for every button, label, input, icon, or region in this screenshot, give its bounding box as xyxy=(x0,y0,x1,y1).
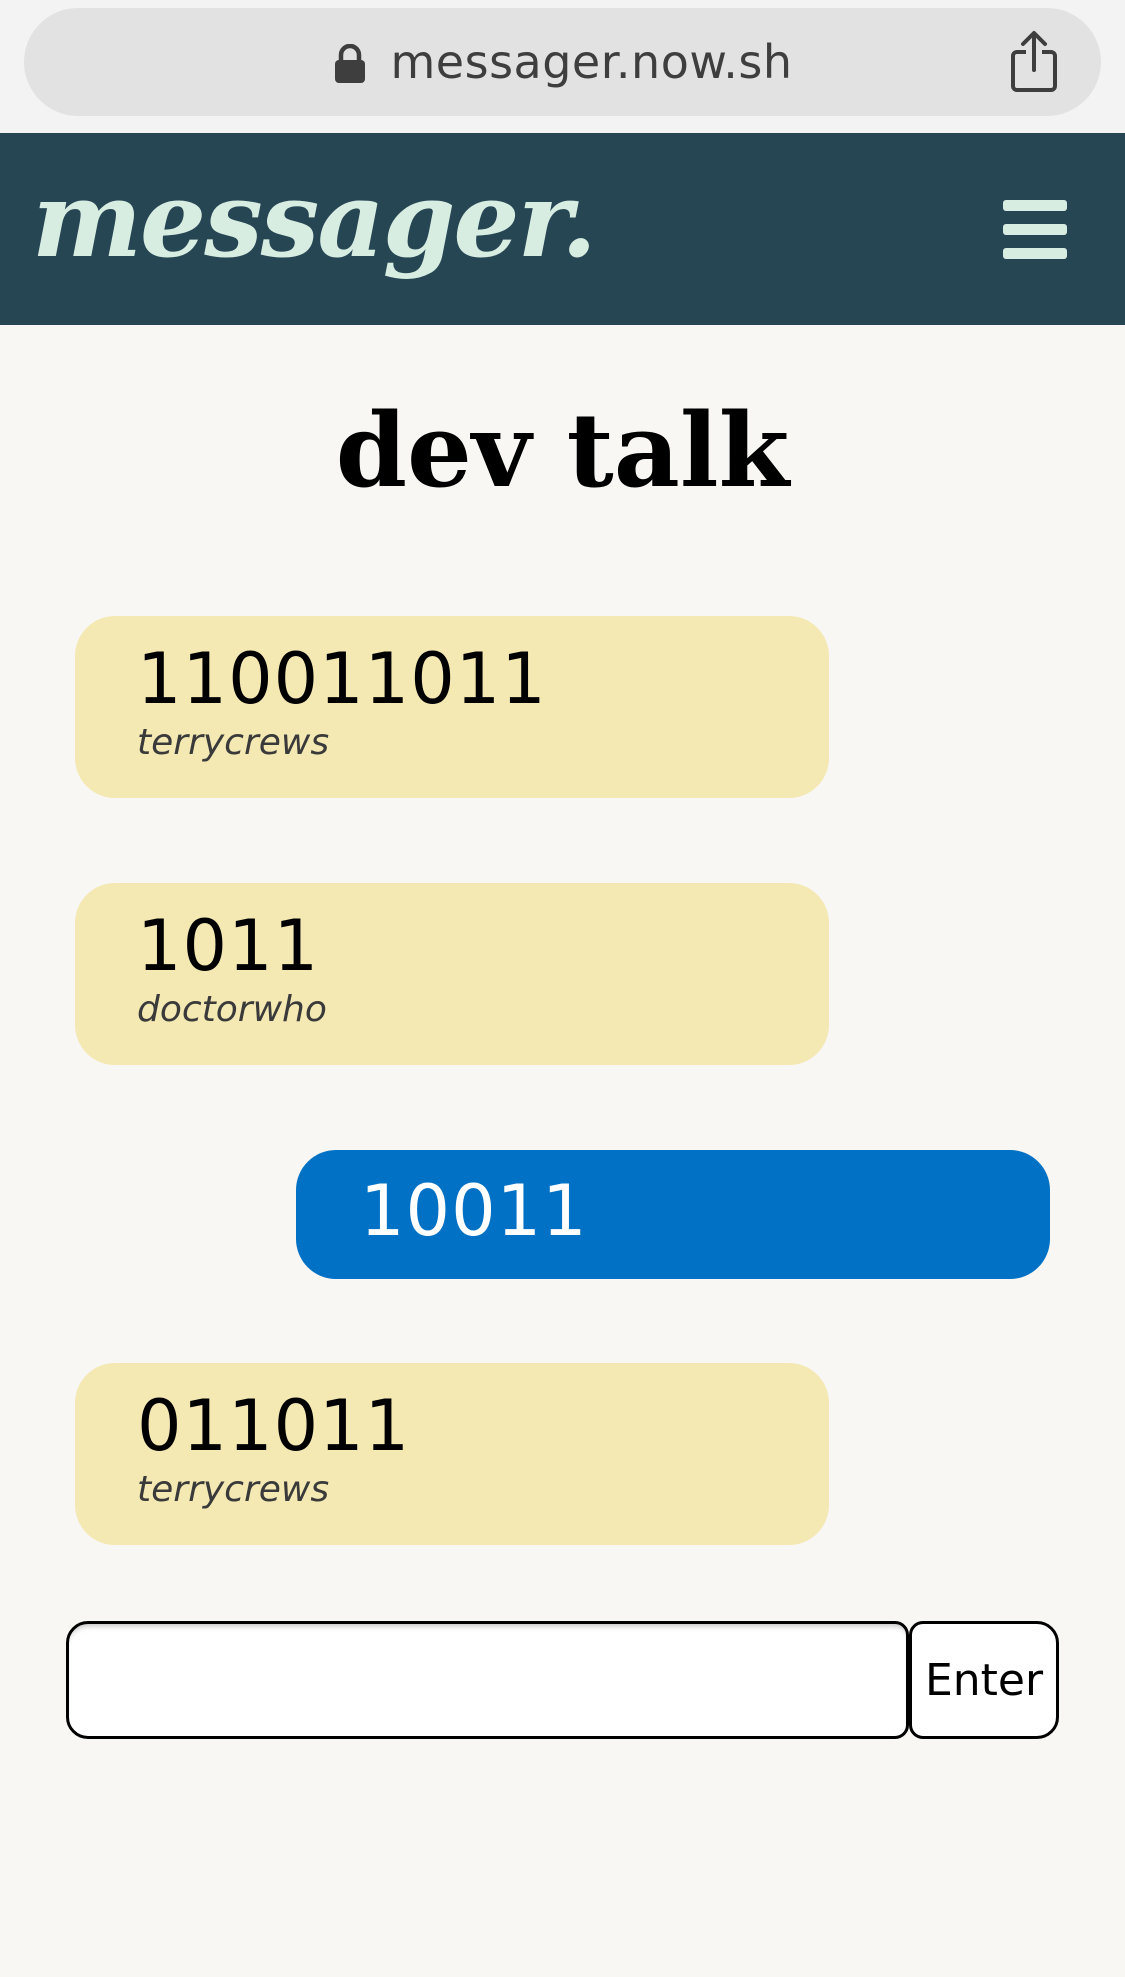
message-author: doctorwho xyxy=(137,989,327,1030)
message-bubble: 110011011 terrycrews xyxy=(75,616,829,798)
message-bubble: 011011 terrycrews xyxy=(75,1363,829,1545)
message-bubble: 1011 doctorwho xyxy=(75,883,829,1065)
message-text: 110011011 xyxy=(137,638,547,720)
message-text: 1011 xyxy=(137,905,320,987)
message-author: terrycrews xyxy=(137,1469,330,1510)
lock-icon xyxy=(334,44,365,83)
url-text: messager.now.sh xyxy=(390,35,793,89)
browser-toolbar: messager.now.sh xyxy=(0,0,1125,133)
enter-button[interactable]: Enter xyxy=(909,1621,1059,1739)
menu-bar-bottom xyxy=(1003,248,1067,259)
menu-bar-top xyxy=(1003,200,1067,211)
message-author: terrycrews xyxy=(137,722,330,763)
message-text: 011011 xyxy=(137,1385,411,1467)
app-logo[interactable]: messager. xyxy=(32,168,597,272)
hamburger-menu-icon[interactable] xyxy=(1003,200,1071,260)
message-input[interactable] xyxy=(66,1621,909,1739)
sent-message-bubble: 10011 xyxy=(296,1150,1050,1279)
address-bar[interactable]: messager.now.sh xyxy=(24,8,1101,116)
message-text: 10011 xyxy=(360,1170,588,1252)
menu-bar-middle xyxy=(1003,224,1067,235)
share-icon[interactable] xyxy=(1007,30,1061,94)
room-title: dev talk xyxy=(335,391,790,511)
address-bar-content: messager.now.sh xyxy=(24,8,1101,116)
